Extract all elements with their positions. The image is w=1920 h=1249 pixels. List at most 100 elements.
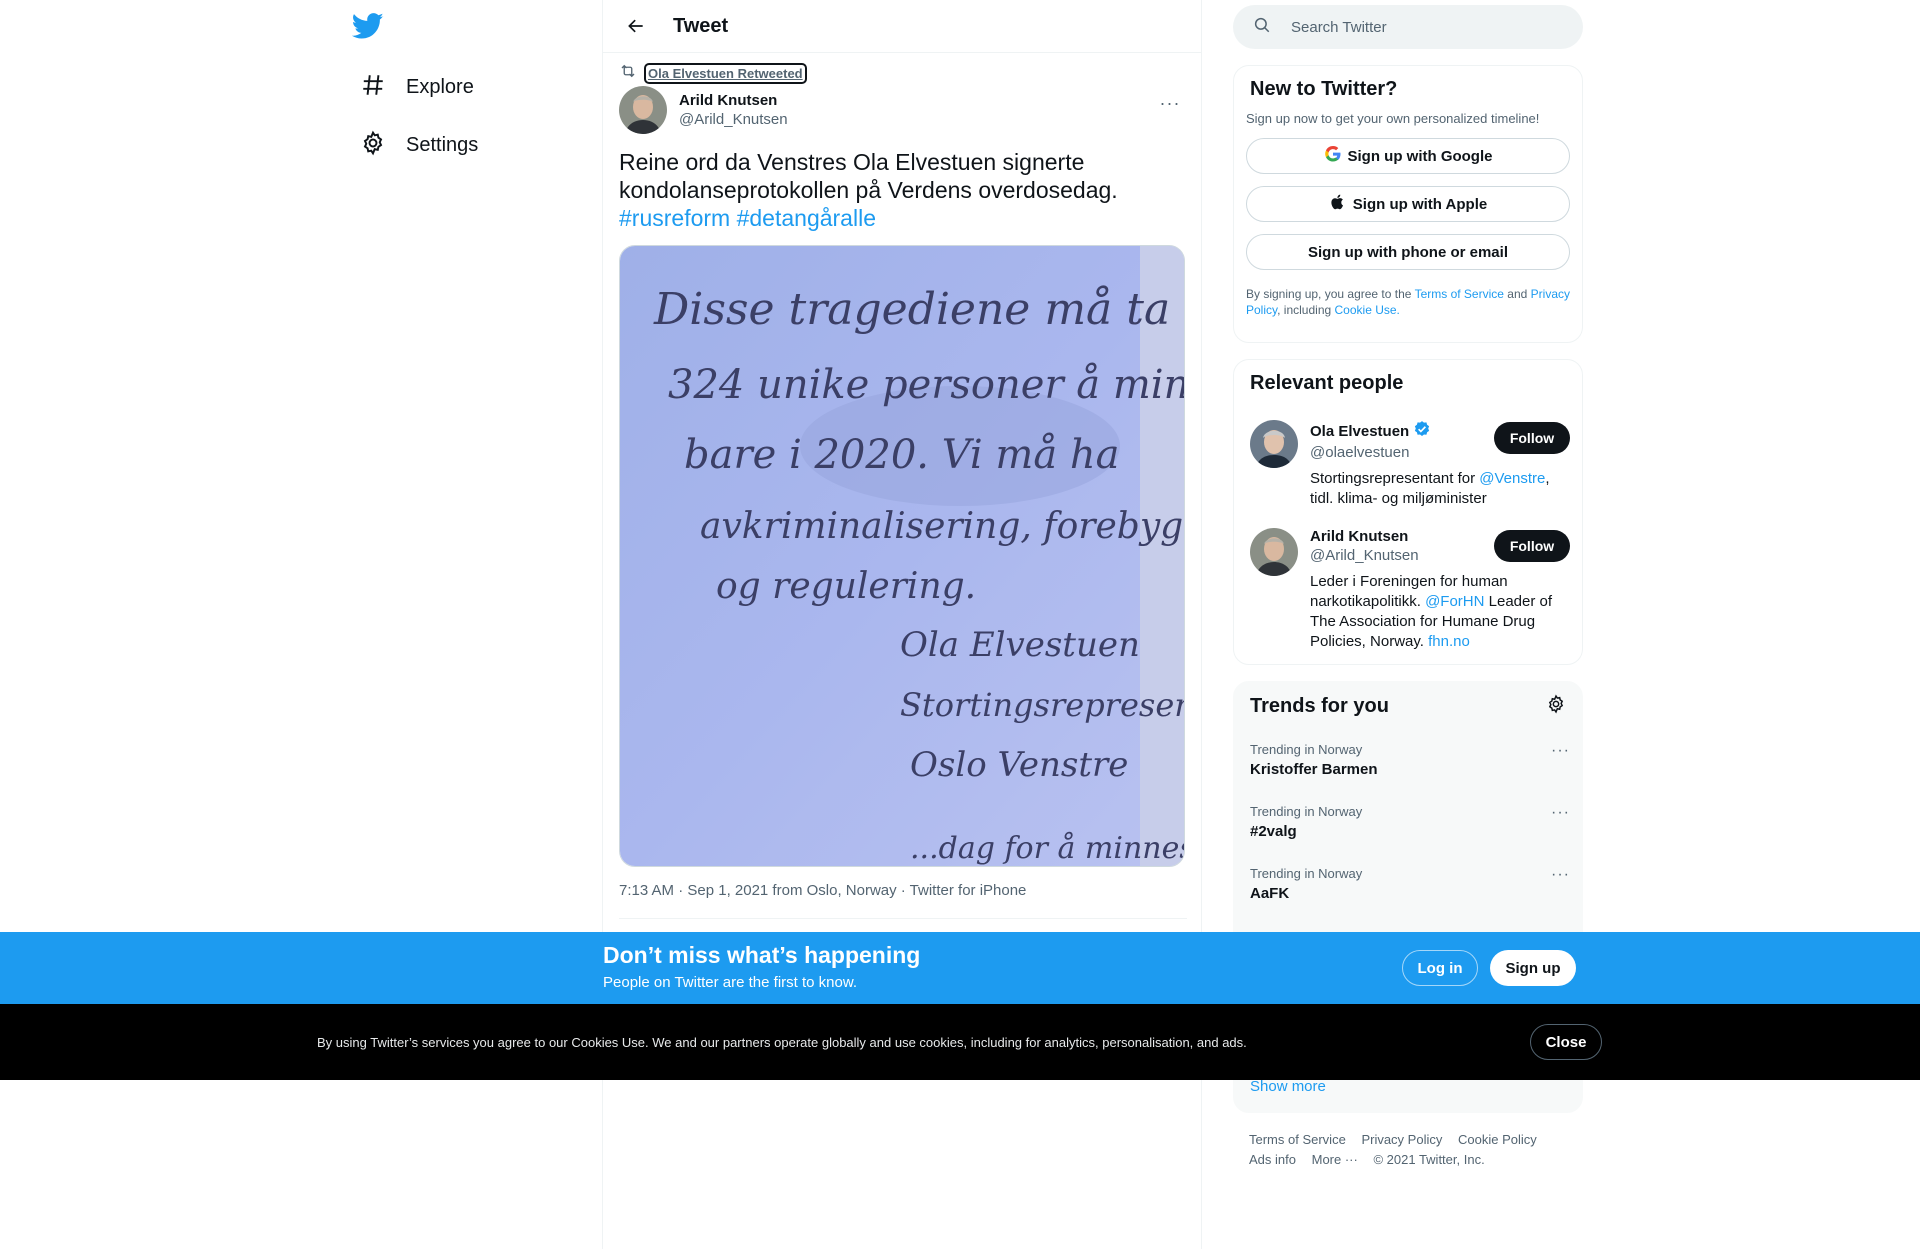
gear-icon[interactable]: [1546, 694, 1566, 719]
new-to-twitter-card: New to Twitter? Sign up now to get your …: [1233, 65, 1583, 343]
card-title: New to Twitter?: [1250, 78, 1398, 100]
terms-text: By signing up, you agree to the: [1246, 287, 1412, 301]
card-title: Relevant people: [1250, 372, 1404, 394]
arrow-left-icon: [628, 19, 643, 33]
signup-button[interactable]: Sign up: [1490, 950, 1576, 986]
website-link[interactable]: fhn.no: [1428, 633, 1470, 650]
avatar[interactable]: [1250, 528, 1298, 576]
avatar[interactable]: [619, 86, 667, 134]
search-icon: [1253, 16, 1271, 39]
search-input[interactable]: Search Twitter: [1291, 19, 1387, 36]
copyright: © 2021 Twitter, Inc.: [1373, 1152, 1485, 1167]
bio-text: Stortingsrepresentant for: [1310, 470, 1480, 487]
footer-link[interactable]: Privacy Policy: [1361, 1130, 1442, 1150]
trend-item[interactable]: Trending in Norway #2valg ···: [1250, 804, 1570, 840]
handwritten-line: Ola Elvestuen: [900, 625, 1140, 665]
trend-context: Trending in Norway: [1250, 742, 1363, 757]
person-bio: Stortingsrepresentant for @Venstre, tidl…: [1310, 469, 1560, 509]
author-name[interactable]: Arild Knutsen: [679, 92, 788, 109]
trend-name: Kristoffer Barmen: [1250, 761, 1378, 778]
cookie-close-button[interactable]: Close: [1530, 1024, 1602, 1060]
verified-badge-icon: [1409, 420, 1431, 442]
terms-text: and: [1507, 287, 1528, 301]
search-bar[interactable]: Search Twitter: [1233, 5, 1583, 49]
mention-link[interactable]: @ForHN: [1425, 593, 1484, 610]
handwritten-line: 324 unike personer å minnes: [668, 362, 1185, 408]
handwritten-line: Disse tragediene må ta slutt.: [653, 284, 1185, 335]
more-icon[interactable]: ···: [1551, 866, 1570, 884]
nav-settings[interactable]: Settings: [348, 120, 490, 170]
tweet-header: Tweet: [603, 0, 1201, 53]
banner-title: Don’t miss what’s happening: [603, 942, 921, 968]
mention-link[interactable]: @Venstre: [1479, 470, 1545, 487]
handwritten-line: avkriminalisering, forebygging: [700, 506, 1185, 547]
footer-link[interactable]: Ads info: [1249, 1150, 1296, 1170]
follow-button[interactable]: Follow: [1494, 422, 1570, 454]
footer-link[interactable]: Terms of Service: [1249, 1130, 1346, 1150]
card-title: Trends for you: [1250, 695, 1389, 717]
hashtag-link[interactable]: #detangåralle: [737, 205, 876, 231]
more-icon: ···: [1159, 92, 1181, 113]
footer-link[interactable]: Cookie Policy: [1458, 1130, 1537, 1150]
trend-context: Trending in Norway: [1250, 866, 1363, 881]
terms-link[interactable]: Terms of Service: [1415, 287, 1504, 301]
handwritten-line: Oslo Venstre: [910, 745, 1128, 785]
signup-apple-button[interactable]: Sign up with Apple: [1246, 186, 1570, 222]
more-icon[interactable]: ···: [1551, 742, 1570, 760]
hashtag-icon: [360, 72, 386, 103]
trend-item[interactable]: Trending in Norway Kristoffer Barmen ···: [1250, 742, 1570, 778]
signup-terms: By signing up, you agree to the Terms of…: [1234, 286, 1582, 318]
tweet-timestamp[interactable]: 7:13 AM · Sep 1, 2021 from Oslo, Norway …: [619, 882, 1026, 899]
retweet-icon: [619, 62, 637, 85]
trend-context: Trending in Norway: [1250, 804, 1363, 819]
login-button[interactable]: Log in: [1402, 950, 1478, 986]
person-name[interactable]: Arild Knutsen: [1310, 528, 1408, 545]
google-icon: [1324, 145, 1348, 167]
tweet-body: Reine ord da Venstres Ola Elvestuen sign…: [619, 149, 1118, 203]
handwritten-line: ...dag for å minnes de: [910, 831, 1185, 866]
tweet-image[interactable]: Disse tragediene må ta slutt. 324 unike …: [619, 245, 1185, 867]
trend-item[interactable]: Trending in Norway AaFK ···: [1250, 866, 1570, 902]
handwritten-line: bare i 2020. Vi må ha: [684, 432, 1120, 478]
signup-banner: Don’t miss what’s happening People on Tw…: [0, 932, 1920, 1004]
handwritten-line: Stortingsrepresentant: [900, 686, 1185, 724]
apple-icon: [1329, 193, 1353, 215]
tweet-text: Reine ord da Venstres Ola Elvestuen sign…: [619, 148, 1179, 232]
relevant-people-card: Relevant people Ola Elvestuen @olaelvest…: [1233, 359, 1583, 665]
trend-name: #2valg: [1250, 823, 1297, 840]
tweet-author: Arild Knutsen @Arild_Knutsen ···: [619, 86, 1187, 134]
tweet-more-button[interactable]: ···: [1153, 86, 1187, 120]
handwritten-line: og regulering.: [716, 566, 976, 607]
nav-explore[interactable]: Explore: [348, 62, 486, 112]
divider: [619, 918, 1187, 919]
cookie-use-link[interactable]: Cookie Use.: [1335, 303, 1400, 317]
page-title: Tweet: [673, 14, 729, 37]
retweet-context: Ola Elvestuen Retweeted: [619, 62, 807, 85]
twitter-logo-icon[interactable]: [351, 10, 384, 42]
person-bio: Leder i Foreningen for human narkotikapo…: [1310, 572, 1560, 652]
nav-settings-label: Settings: [406, 133, 479, 156]
footer-more-link[interactable]: More ···: [1312, 1150, 1358, 1170]
cookie-bar: By using Twitter’s services you agree to…: [0, 1004, 1920, 1080]
signup-google-button[interactable]: Sign up with Google: [1246, 138, 1570, 174]
retweeter-link[interactable]: Ola Elvestuen Retweeted: [644, 63, 807, 84]
signup-apple-label: Sign up with Apple: [1352, 195, 1488, 213]
more-icon[interactable]: ···: [1551, 804, 1570, 822]
signup-google-label: Sign up with Google: [1347, 147, 1493, 165]
nav-explore-label: Explore: [406, 75, 474, 98]
follow-button[interactable]: Follow: [1494, 530, 1570, 562]
card-subtitle: Sign up now to get your own personalized…: [1246, 111, 1540, 126]
hashtag-link[interactable]: #rusreform: [619, 205, 730, 231]
person-name[interactable]: Ola Elvestuen: [1310, 423, 1409, 440]
signup-phone-label: Sign up with phone or email: [1307, 243, 1508, 261]
show-more-link[interactable]: Show more: [1250, 1078, 1326, 1095]
author-handle[interactable]: @Arild_Knutsen: [679, 111, 788, 128]
back-button[interactable]: [619, 9, 653, 43]
footer-links: Terms of Service Privacy Policy Cookie P…: [1249, 1130, 1579, 1170]
trend-name: AaFK: [1250, 885, 1290, 902]
terms-text: , including: [1277, 303, 1332, 317]
signup-phone-button[interactable]: Sign up with phone or email: [1246, 234, 1570, 270]
banner-subtitle: People on Twitter are the first to know.: [603, 974, 858, 991]
cookie-text: By using Twitter’s services you agree to…: [317, 1035, 1247, 1050]
avatar[interactable]: [1250, 420, 1298, 468]
